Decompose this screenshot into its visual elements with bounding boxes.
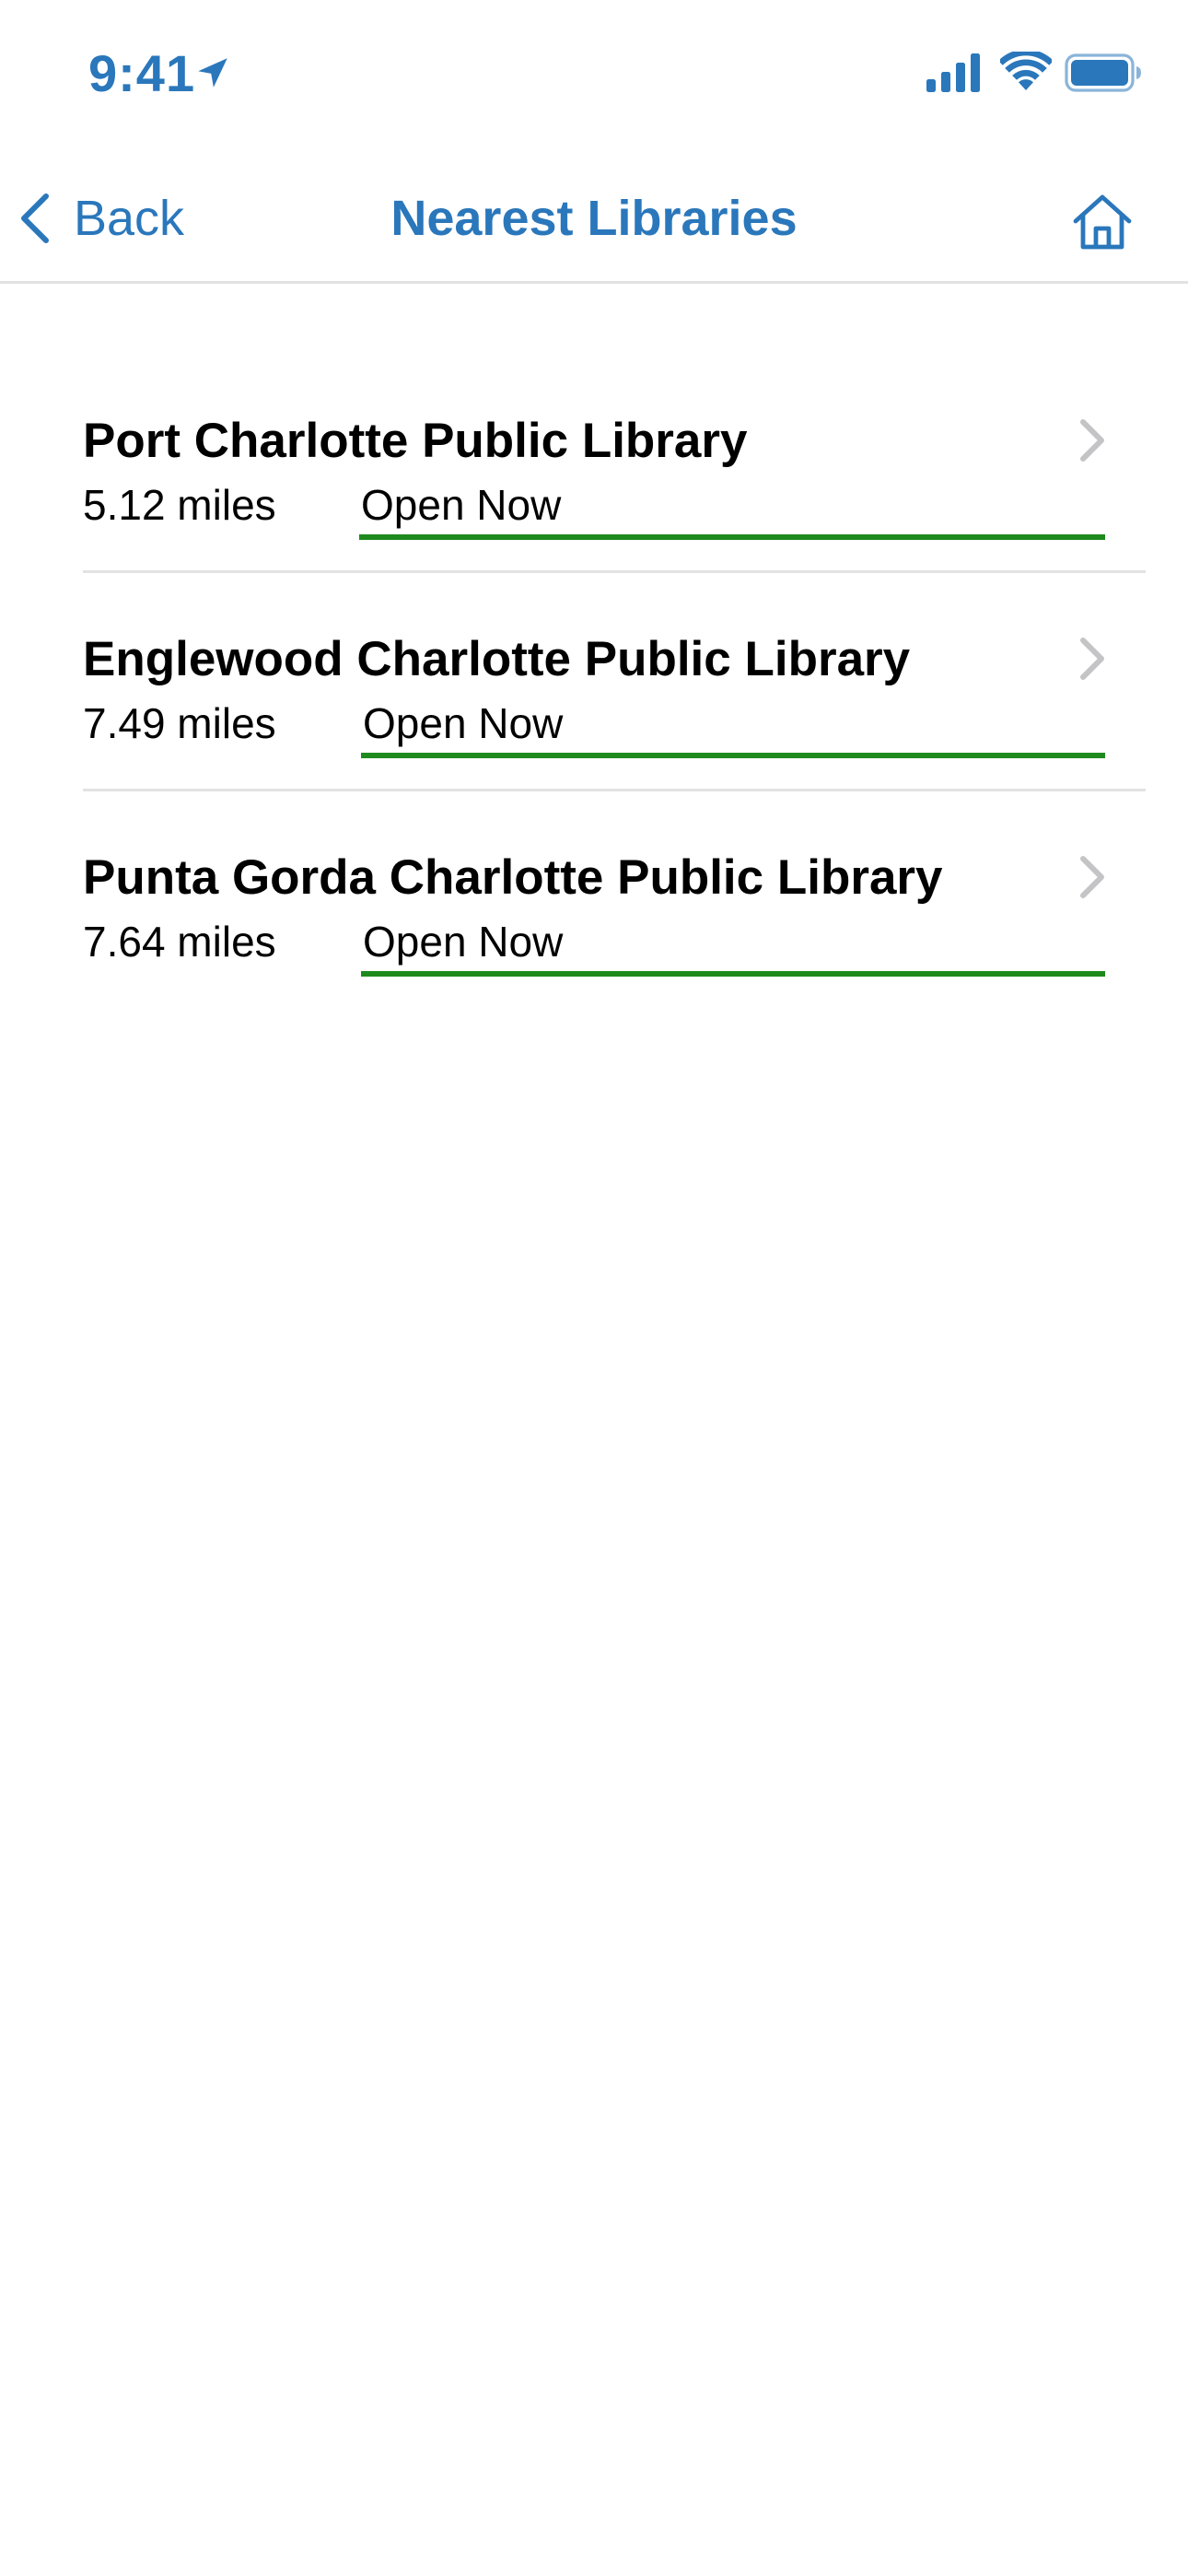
wifi-icon	[1000, 52, 1052, 90]
battery-icon	[1065, 53, 1141, 92]
home-icon[interactable]	[1072, 193, 1133, 251]
chevron-right-icon	[1080, 419, 1104, 462]
location-arrow-icon	[198, 58, 227, 88]
library-distance: 7.64 miles	[83, 918, 276, 966]
row-divider	[83, 789, 1146, 791]
library-name: Port Charlotte Public Library	[83, 414, 748, 468]
library-list-item[interactable]: Port Charlotte Public Library 5.12 miles…	[0, 356, 1188, 574]
library-list-item[interactable]: Englewood Charlotte Public Library 7.49 …	[0, 574, 1188, 792]
library-status: Open Now	[361, 481, 562, 529]
library-status: Open Now	[363, 918, 564, 966]
page-title: Nearest Libraries	[390, 191, 798, 246]
status-bar: 9:41	[0, 0, 1188, 147]
library-distance: 5.12 miles	[83, 481, 276, 529]
cellular-signal-icon	[926, 53, 980, 92]
library-name: Punta Gorda Charlotte Public Library	[83, 850, 943, 905]
row-divider	[83, 570, 1146, 573]
open-status-indicator: Open Now	[361, 914, 1105, 977]
library-list-item[interactable]: Punta Gorda Charlotte Public Library 7.6…	[0, 792, 1188, 1011]
library-name: Englewood Charlotte Public Library	[83, 632, 911, 686]
open-status-indicator: Open Now	[361, 696, 1105, 758]
navigation-bar: Back Nearest Libraries	[0, 147, 1188, 284]
library-distance: 7.49 miles	[83, 699, 276, 747]
chevron-right-icon	[1080, 638, 1104, 680]
library-list: Port Charlotte Public Library 5.12 miles…	[0, 356, 1188, 1011]
open-status-indicator: Open Now	[359, 477, 1105, 540]
status-time: 9:41	[88, 44, 196, 102]
library-status: Open Now	[363, 699, 564, 747]
chevron-right-icon	[1080, 856, 1104, 898]
